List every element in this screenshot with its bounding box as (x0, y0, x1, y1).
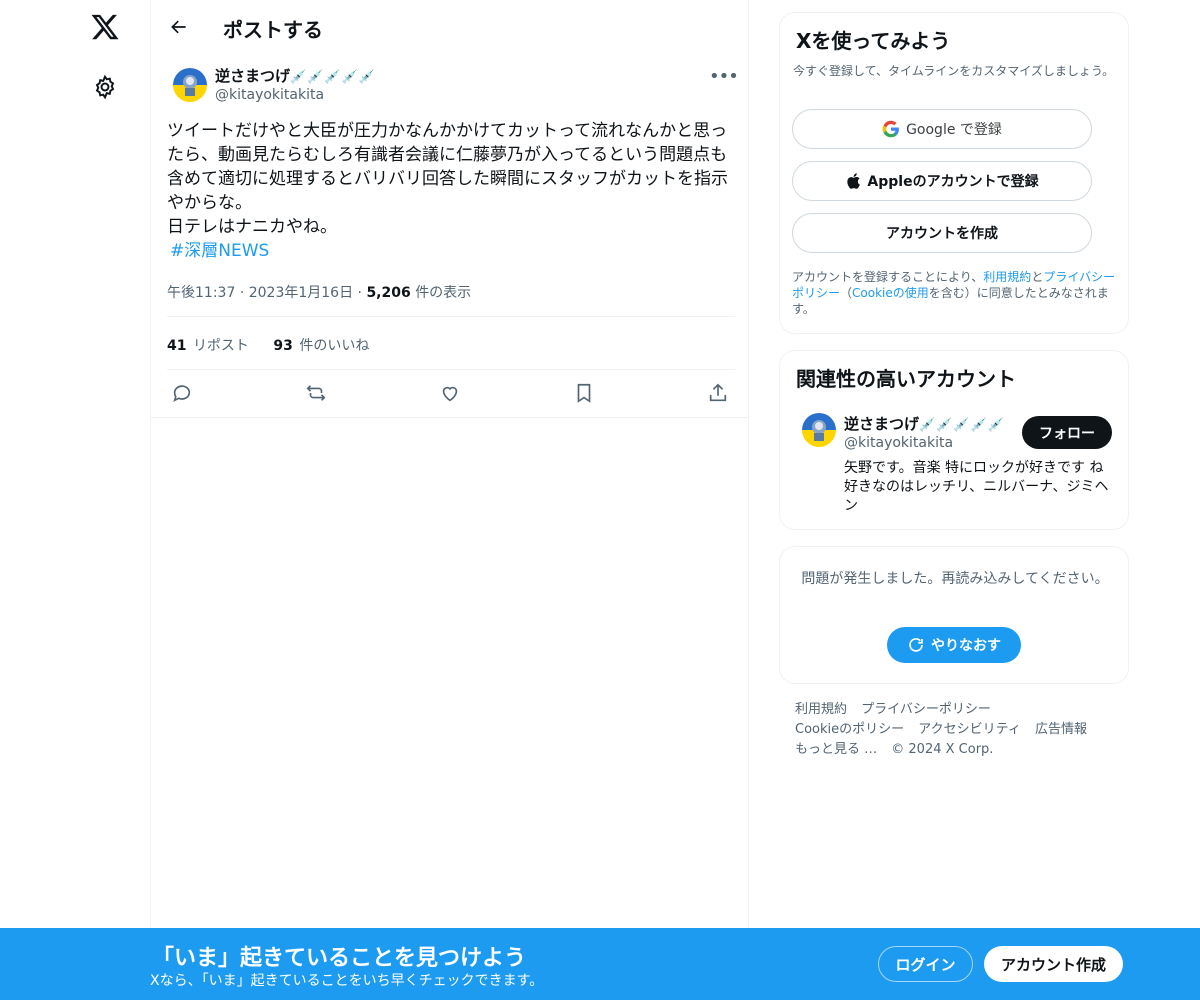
footer-cookie-link[interactable]: Cookieのポリシー (795, 722, 904, 737)
login-button[interactable]: ログイン (878, 946, 973, 982)
google-icon (882, 120, 900, 138)
footer-accessibility-link[interactable]: アクセシビリティ (918, 722, 1021, 737)
error-message: 問題が発生しました。再読み込みしてください。 (801, 571, 1109, 587)
related-account-bio: 矢野です。音楽 特にロックが好きです ね 好きなのはレッチリ、ニルバーナ、ジミヘ… (844, 460, 1109, 514)
avatar[interactable] (802, 413, 836, 447)
syringe-emoji-icon: 💉💉💉💉💉 (290, 70, 376, 85)
apple-signup-label: Appleのアカウントで登録 (867, 174, 1039, 190)
footer-links: 利用規約 プライバシーポリシー Cookieのポリシー アクセシビリティ 広告情… (795, 700, 1125, 760)
related-accounts-card: 関連性の高いアカウント 逆さまつげ💉💉💉💉💉 @kitayokitakita フ… (779, 350, 1129, 530)
bookmark-icon[interactable] (569, 380, 599, 406)
page-header: ポストする (151, 0, 749, 54)
legal-notice: アカウントを登録することにより、利用規約とプライバシーポリシー（Cookieの使… (792, 269, 1122, 317)
post-text-line: ツイートだけやと大臣が圧力かなんかかけてカットって流れなんかと思ったら、動画見た… (167, 121, 728, 213)
left-rail (0, 0, 150, 1000)
post-stats: 41 リポスト 93 件のいいね (167, 335, 389, 355)
views-label: 件の表示 (415, 285, 472, 301)
legal-prefix: アカウントを登録することにより、 (792, 270, 984, 284)
syringe-emoji-icon: 💉💉💉💉💉 (919, 418, 1005, 433)
terms-link[interactable]: 利用規約 (983, 270, 1031, 284)
main-column: ポストする 逆さまつげ💉💉💉💉💉 @kitayokitakita ••• ツイー… (150, 0, 749, 1000)
footer-ads-link[interactable]: 広告情報 (1035, 722, 1087, 737)
back-arrow-icon[interactable] (165, 13, 193, 41)
post-meta: 午後11:37 · 2023年1月16日 · 5,206 件の表示 (167, 282, 471, 302)
error-card: 問題が発生しました。再読み込みしてください。 やりなおす (779, 546, 1129, 684)
footer-more-link[interactable]: もっと見る … (795, 742, 877, 757)
banner-create-account-button[interactable]: アカウント作成 (984, 946, 1123, 982)
like-heart-icon[interactable] (435, 380, 465, 406)
retry-button[interactable]: やりなおす (887, 627, 1021, 663)
reply-icon[interactable] (167, 380, 197, 406)
refresh-icon (907, 636, 925, 654)
gear-icon[interactable] (92, 74, 118, 100)
likes-stat[interactable]: 93 件のいいね (273, 338, 369, 354)
related-name-text: 逆さまつげ (844, 415, 920, 433)
likes-count: 93 (273, 338, 293, 354)
post-date[interactable]: 2023年1月16日 (249, 285, 353, 301)
google-signup-label: Google で登録 (906, 122, 1002, 138)
post-text-line: 日テレはナニカやね。 (167, 217, 337, 237)
footer-terms-link[interactable]: 利用規約 (795, 702, 847, 717)
meta-separator: · (239, 285, 245, 301)
signup-title: Xを使ってみよう (796, 29, 951, 53)
related-title: 関連性の高いアカウント (796, 367, 1016, 391)
footer-privacy-link[interactable]: プライバシーポリシー (861, 702, 991, 717)
retry-label: やりなおす (931, 638, 1001, 654)
repost-icon[interactable] (301, 380, 331, 406)
post-body: ツイートだけやと大臣が圧力かなんかかけてカットって流れなんかと思ったら、動画見た… (167, 119, 737, 263)
footer-copyright: © 2024 X Corp. (891, 742, 994, 757)
reposts-label: リポスト (192, 338, 249, 354)
author-handle[interactable]: @kitayokitakita (215, 87, 324, 103)
create-account-button[interactable]: アカウントを作成 (792, 213, 1092, 253)
apple-signup-button[interactable]: Appleのアカウントで登録 (792, 161, 1092, 201)
share-icon[interactable] (703, 380, 733, 406)
more-options-icon[interactable]: ••• (709, 66, 739, 87)
signup-subtitle: 今すぐ登録して、タイムラインをカスタマイズしましょう。 (793, 64, 1115, 78)
create-account-label: アカウントを作成 (886, 226, 998, 242)
hashtag-link[interactable]: #深層NEWS (170, 239, 269, 263)
avatar[interactable] (173, 68, 207, 102)
likes-label: 件のいいね (299, 338, 370, 354)
signup-card: Xを使ってみよう 今すぐ登録して、タイムラインをカスタマイズしましょう。 Goo… (779, 12, 1129, 334)
post-actions (167, 380, 735, 406)
related-account-handle[interactable]: @kitayokitakita (844, 435, 953, 451)
signup-banner: 「いま」起きていることを見つけよう Xなら、「いま」起きていることをいち早くチェ… (0, 928, 1200, 1000)
author-name-text: 逆さまつげ (215, 67, 291, 85)
views-count: 5,206 (366, 285, 411, 301)
meta-separator: · (357, 285, 362, 301)
cookie-link[interactable]: Cookieの使用 (852, 286, 929, 300)
post-time[interactable]: 午後11:37 (167, 285, 235, 301)
banner-subtitle: Xなら、「いま」起きていることをいち早くチェックできます。 (150, 973, 544, 989)
google-signup-button[interactable]: Google で登録 (792, 109, 1092, 149)
related-account-name[interactable]: 逆さまつげ💉💉💉💉💉 (844, 413, 1005, 434)
legal-and: と (1031, 270, 1044, 284)
divider (167, 369, 735, 370)
follow-button[interactable]: フォロー (1022, 416, 1112, 449)
reposts-count: 41 (167, 338, 187, 354)
divider (167, 316, 735, 317)
apple-icon (845, 172, 861, 190)
legal-paren: （ (840, 286, 853, 300)
post-author: 逆さまつげ💉💉💉💉💉 @kitayokitakita ••• (167, 64, 739, 108)
reposts-stat[interactable]: 41 リポスト (167, 338, 249, 354)
x-logo-icon[interactable] (90, 12, 120, 42)
author-name[interactable]: 逆さまつげ💉💉💉💉💉 (215, 65, 376, 86)
banner-title: 「いま」起きていることを見つけよう (152, 946, 527, 971)
page-title: ポストする (223, 18, 323, 42)
divider (151, 417, 749, 418)
